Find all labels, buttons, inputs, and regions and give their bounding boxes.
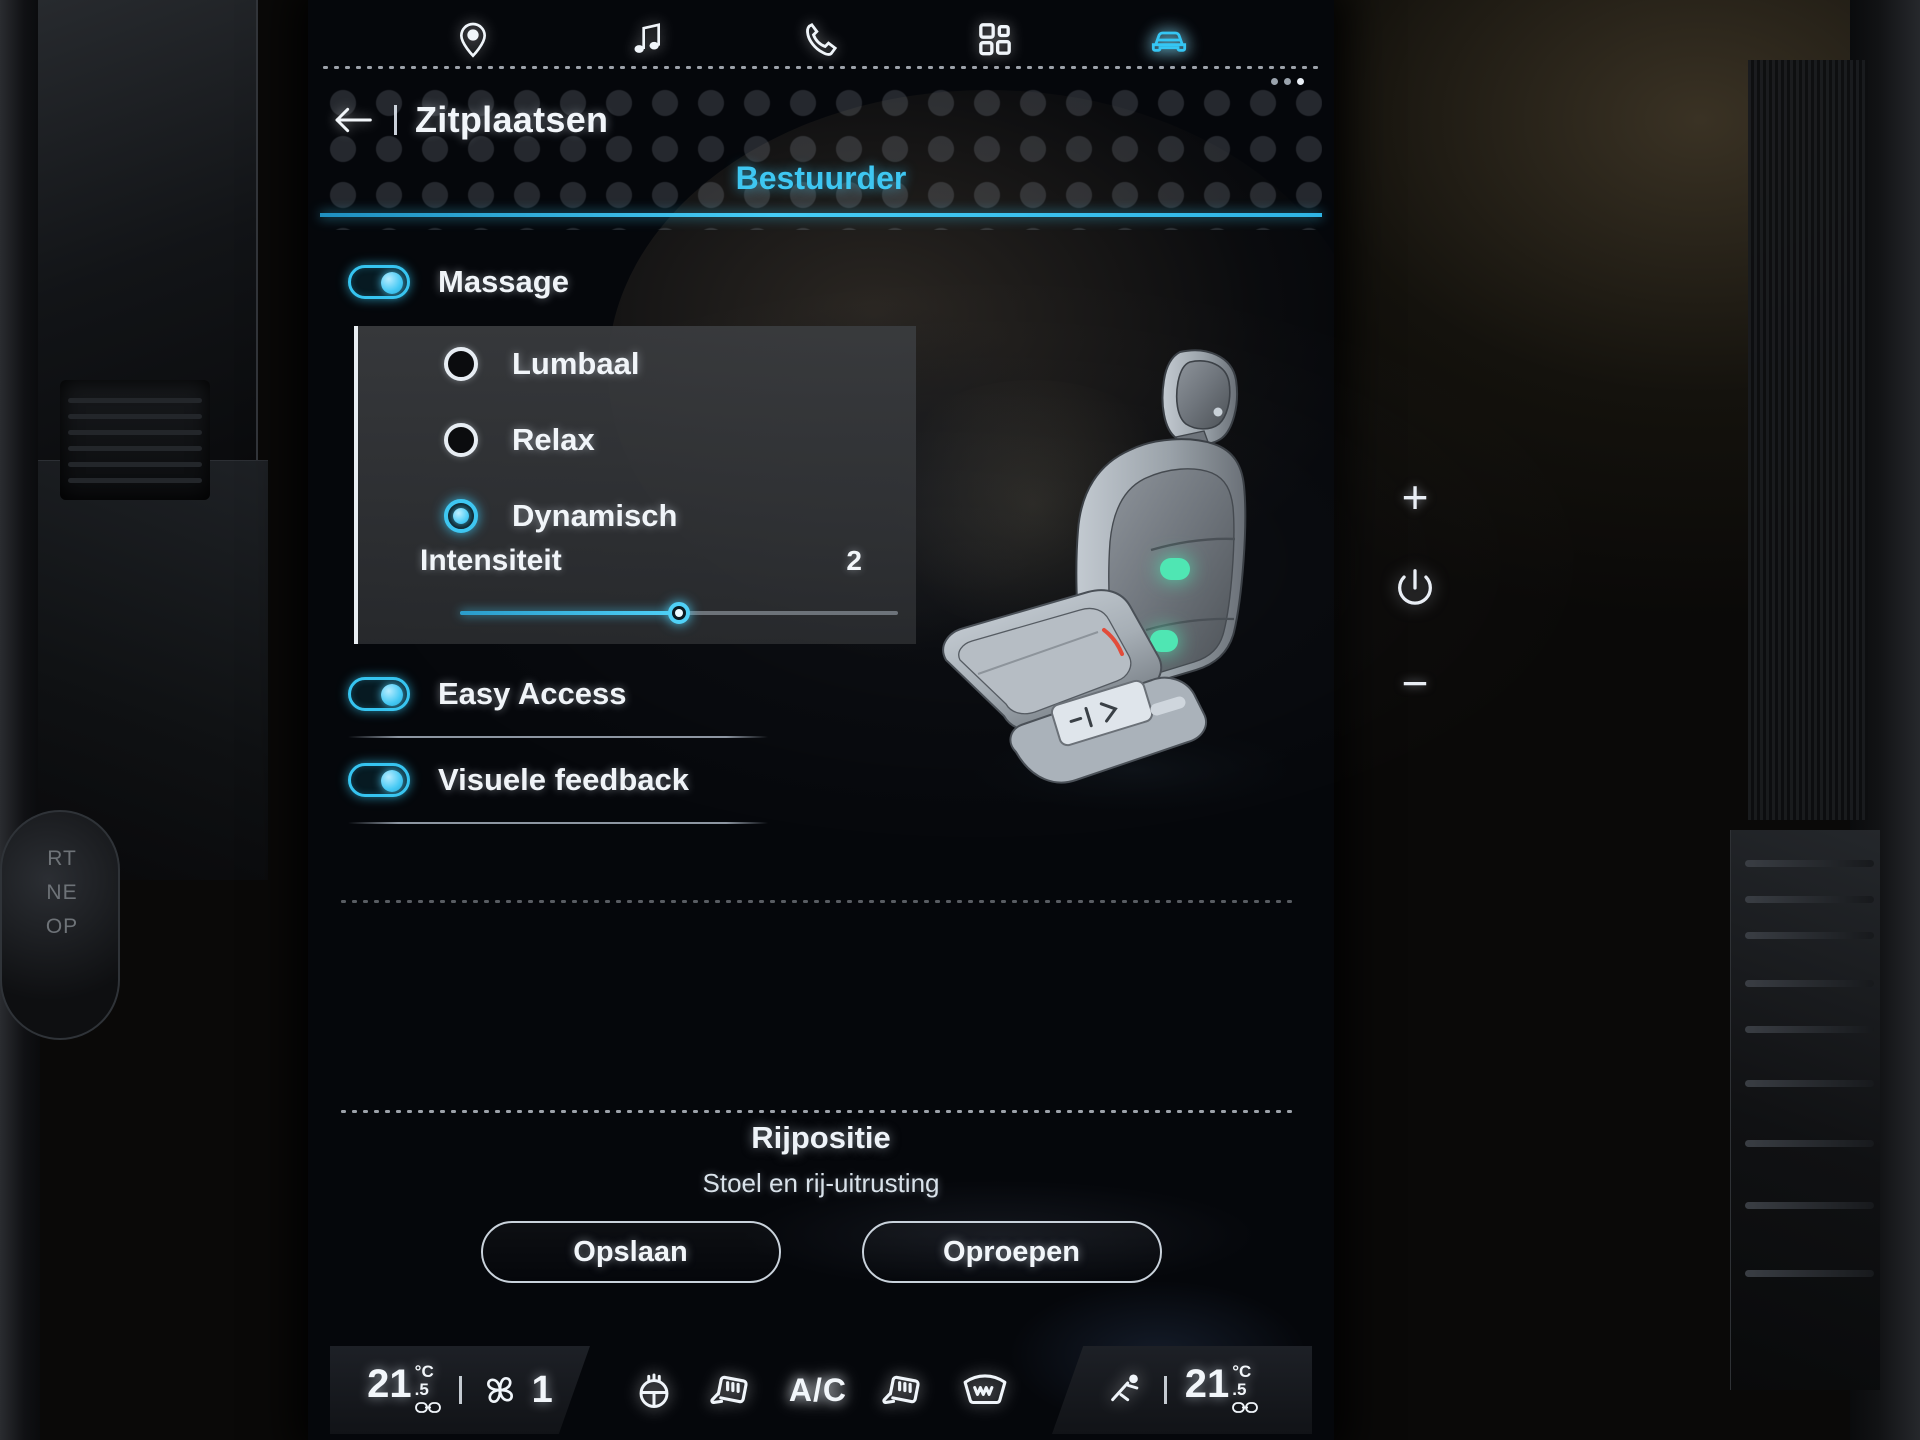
toggle-knob [381, 272, 403, 294]
tab-underline [320, 213, 1322, 217]
temp-decimal: .5 [414, 1379, 429, 1399]
intensity-label: Intensiteit [420, 544, 562, 577]
temp-integer: 21 [367, 1361, 412, 1406]
temp-unit: °C [414, 1361, 434, 1381]
start-stop-line-2: NE [46, 881, 78, 904]
divider-dotted-bottom [338, 1110, 1298, 1113]
toggle-knob [381, 684, 403, 706]
steering-wheel-heat-icon[interactable] [633, 1369, 675, 1411]
link-icon [1232, 1401, 1259, 1413]
settings-divider [348, 822, 768, 824]
tab-bestuurder[interactable]: Bestuurder [320, 160, 1322, 213]
radio-lumbaal[interactable] [444, 347, 478, 381]
temp-unit: °C [1232, 1361, 1252, 1381]
massage-row[interactable]: Massage [336, 246, 936, 318]
back-arrow-icon[interactable] [330, 97, 376, 143]
seat-heat-right-icon[interactable] [881, 1369, 927, 1411]
massage-option-dynamisch[interactable]: Dynamisch [358, 478, 916, 554]
intensity-control[interactable]: Intensiteit 2 [358, 544, 920, 626]
temp-decimal: .5 [1232, 1379, 1247, 1399]
massage-option-lumbaal[interactable]: Lumbaal [358, 326, 916, 402]
car-icon[interactable] [1141, 11, 1197, 67]
infotainment-screen[interactable]: Zitplaatsen Bestuurder Massage Lumbaal R… [308, 0, 1334, 1440]
climate-bar[interactable]: 21 °C .5 1 A/C 21 °C .5 [308, 1340, 1334, 1440]
left-air-vent [60, 380, 210, 500]
radio-dynamisch[interactable] [444, 499, 478, 533]
driving-position-buttons[interactable]: Opslaan Oproepen [320, 1221, 1322, 1283]
passenger-temperature[interactable]: 21 °C .5 [1184, 1361, 1259, 1418]
climate-separator [458, 1376, 462, 1404]
seat-illustration [918, 300, 1334, 820]
volume-up-button[interactable]: + [1402, 470, 1429, 524]
visual-feedback-row[interactable]: Visuele feedback [336, 744, 936, 816]
passenger-temp-control[interactable]: 21 °C .5 [1052, 1346, 1312, 1434]
seat-tabs[interactable]: Bestuurder [320, 160, 1322, 217]
main-nav-bar[interactable] [308, 0, 1334, 78]
slider-fill [460, 611, 679, 615]
toggle-knob [381, 770, 403, 792]
massage-mode-panel[interactable]: Lumbaal Relax Dynamisch Intensiteit 2 [354, 326, 916, 644]
start-stop-line-1: RT [47, 847, 77, 870]
driving-position-subtitle: Stoel en rij-uitrusting [702, 1168, 940, 1198]
start-stop-line-3: OP [45, 915, 79, 938]
intensity-value: 2 [846, 545, 862, 576]
page-title: Zitplaatsen [415, 99, 609, 140]
fan-speed-control[interactable]: 1 [480, 1369, 553, 1412]
driving-position-title: Rijpositie [751, 1120, 891, 1155]
visual-feedback-label: Visuele feedback [438, 762, 690, 797]
option-label: Lumbaal [512, 346, 640, 381]
driver-temperature[interactable]: 21 °C .5 [367, 1361, 441, 1418]
massage-toggle[interactable] [348, 265, 410, 299]
music-note-icon[interactable] [619, 11, 675, 67]
page-header: Zitplaatsen [308, 88, 1334, 152]
climate-separator [1163, 1376, 1167, 1404]
driver-temp-control[interactable]: 21 °C .5 1 [330, 1346, 590, 1434]
link-icon [414, 1401, 441, 1413]
recall-button[interactable]: Oproepen [861, 1221, 1162, 1283]
page-indicator [1271, 78, 1304, 85]
seat-heat-left-icon[interactable] [709, 1369, 755, 1411]
intensity-slider[interactable] [460, 600, 898, 626]
rear-defrost-icon[interactable] [961, 1372, 1009, 1408]
navigation-pin-icon[interactable] [445, 11, 501, 67]
climate-icon-row[interactable]: A/C [590, 1369, 1052, 1411]
visual-feedback-toggle[interactable] [348, 763, 410, 797]
easy-access-toggle[interactable] [348, 677, 410, 711]
massage-label: Massage [438, 264, 569, 299]
apps-grid-icon[interactable] [967, 11, 1023, 67]
ac-label[interactable]: A/C [789, 1372, 847, 1409]
settings-divider [348, 736, 768, 738]
option-label: Dynamisch [512, 498, 678, 533]
seat-settings-list[interactable]: Massage Lumbaal Relax Dynamisch Intensit… [336, 246, 936, 830]
option-label: Relax [512, 422, 595, 457]
radio-relax[interactable] [444, 423, 478, 457]
phone-icon[interactable] [793, 11, 849, 67]
header-separator [394, 105, 397, 135]
massage-option-relax[interactable]: Relax [358, 402, 916, 478]
temp-integer: 21 [1184, 1361, 1230, 1406]
volume-down-button[interactable]: − [1402, 656, 1429, 710]
power-icon[interactable] [1392, 565, 1438, 616]
right-air-vent [1730, 830, 1880, 1390]
start-stop-button[interactable]: RT NE OP [0, 810, 120, 1040]
easy-access-row[interactable]: Easy Access [336, 658, 936, 730]
divider-dotted-middle [338, 900, 1298, 903]
fan-speed-value: 1 [531, 1368, 553, 1411]
fan-icon [486, 1376, 513, 1404]
airflow-icon[interactable] [1106, 1368, 1146, 1413]
dash-trim-left [0, 0, 40, 1440]
slider-handle[interactable] [668, 602, 690, 624]
driving-position-section: Rijpositie Stoel en rij-uitrusting Opsla… [320, 1120, 1322, 1283]
car-interior-photo: RT NE OP + − Zitplaatsen Bestuurder Mass… [0, 0, 1920, 1440]
speaker-mesh-right [1748, 60, 1868, 820]
save-button[interactable]: Opslaan [480, 1221, 781, 1283]
easy-access-label: Easy Access [438, 676, 627, 711]
